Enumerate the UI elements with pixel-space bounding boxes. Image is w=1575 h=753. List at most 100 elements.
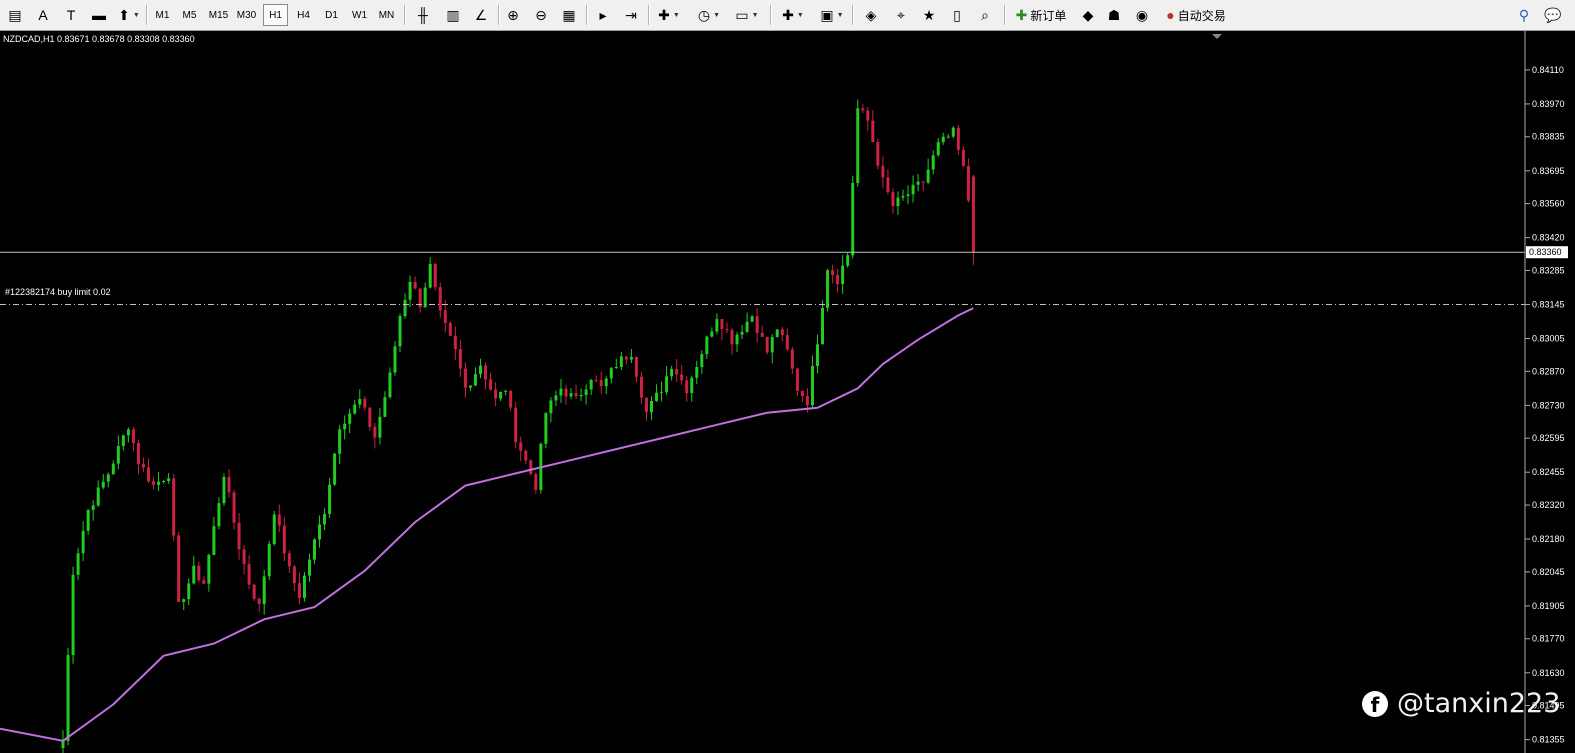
auto-scroll-button[interactable]: ▸ [590,4,616,26]
candle-body [705,336,709,355]
candle-body [172,478,176,536]
main-toolbar: ▤ A T ▬ ⬆ ▼ M1 M5 M15 M30 H1 H4 D1 W1 MN ╫ ▥ ∠ ⊕ ⊖ ▦ ▸ ⇥ ✚ ▼ ◷ ▼ ▭ ▼… [0,0,1575,31]
candlestick-chart-button[interactable]: ▥ [440,4,466,26]
price-label: 0.82870 [1532,366,1565,376]
price-label: 0.82180 [1532,534,1565,544]
candle-body [660,392,664,394]
price-chart[interactable]: 0.84110 0.83970 0.83835 0.83695 0.83560 0.834… [0,31,1575,753]
tester-button[interactable]: ⌕ [972,4,998,26]
chevron-down-icon: ▼ [132,11,140,19]
candle-body [212,526,216,555]
timeframe-w1-button[interactable]: W1 [347,4,372,26]
price-label: 0.81905 [1532,601,1565,611]
candle-body [247,564,251,585]
toolbar-separator [586,5,588,25]
price-label: 0.82045 [1532,567,1565,577]
timeframe-mn-button[interactable]: MN [374,4,399,26]
candle-body [71,574,75,656]
order-label[interactable]: #122382174 buy limit 0.02 [5,287,111,297]
text-label-tool-button[interactable]: A [30,4,56,26]
candle-body [650,400,654,413]
new-order-button[interactable]: ✚ 新订单 [1010,4,1072,26]
current-price-label: 0.83360 [1529,247,1562,257]
candle-body [478,365,482,375]
candle-body [262,576,266,605]
candle-body [790,349,794,369]
candle-body [604,378,608,387]
candle-body [846,255,850,266]
candle-body [770,337,774,353]
candle-body [242,549,246,565]
candle-body [866,110,870,121]
new-order-icon: ✚ [1015,7,1028,23]
candle-body [614,366,618,369]
timeframe-m30-button[interactable]: M30 [233,4,260,26]
chat-button[interactable]: 💬 [1540,4,1566,26]
auto-trading-button[interactable]: ● 自动交易 [1158,4,1234,26]
toolbar-separator [498,5,500,25]
chart-shift-button[interactable]: ⇥ [618,4,644,26]
candle-body [202,580,206,584]
timeframe-h1-button[interactable]: H1 [263,4,288,26]
watermark: f @tanxin223 [1362,688,1560,719]
candle-body [257,598,261,605]
templates-button[interactable]: ▭ ▼ [730,4,764,26]
new-chart-button[interactable]: ✚ ▼ [776,4,810,26]
community-button[interactable]: ☗ [1102,4,1126,26]
candle-body [921,181,925,183]
candle-body [157,481,161,485]
candle-body [886,177,890,193]
timeframe-d1-button[interactable]: D1 [319,4,344,26]
price-label: 0.82595 [1532,433,1565,443]
candle-body [237,522,241,550]
line-chart-button[interactable]: ∠ [468,4,494,26]
periods-button[interactable]: ◷ ▼ [692,4,726,26]
candle-body [644,397,648,413]
candle-body [750,316,754,322]
candle-body [448,322,452,336]
timeframe-m15-button[interactable]: M15 [205,4,232,26]
candle-body [136,443,140,465]
timeframe-h4-button[interactable]: H4 [291,4,316,26]
candle-body [197,565,201,581]
crosshair-icon: ⌖ [897,7,905,23]
arrows-tool-button[interactable]: ⬆ ▼ [114,4,144,26]
signals-button[interactable]: ◉ [1130,4,1154,26]
market-watch-icon: ◈ [865,7,877,23]
new-chart-icon: ✚ [782,7,794,23]
indicators-button[interactable]: ✚ ▼ [652,4,686,26]
chevron-down-icon: ▼ [713,11,721,19]
zoom-in-button[interactable]: ⊕ [500,4,526,26]
terminal-button[interactable]: ▯ [944,4,970,26]
candle-body [971,176,975,253]
candle-body [584,389,588,395]
candle-body [876,142,880,166]
text-tool-button[interactable]: T [58,4,84,26]
market-watch-button[interactable]: ◈ [858,4,884,26]
candle-body [574,393,578,397]
rectangle-tool-button[interactable]: ▬ [86,4,112,26]
chart-window-button[interactable]: ▤ [2,4,28,26]
zoom-out-button[interactable]: ⊖ [528,4,554,26]
candle-body [126,429,130,436]
timeframe-m5-button[interactable]: M5 [177,4,202,26]
candle-body [66,655,70,741]
candle-body [499,391,503,399]
candle-body [408,281,412,300]
community-icon: ☗ [1107,7,1121,23]
crosshair-button[interactable]: ⌖ [888,4,914,26]
timeframe-m1-button[interactable]: M1 [150,4,175,26]
profiles-button[interactable]: ▣ ▼ [815,4,849,26]
candle-body [554,395,558,401]
metaeditor-button[interactable]: ◆ [1076,4,1100,26]
candle-body [871,120,875,143]
candle-body [956,127,960,150]
tile-windows-button[interactable]: ▦ [556,4,582,26]
chart-title: NZDCAD,H1 0.83671 0.83678 0.83308 0.8336… [3,34,195,44]
bar-chart-button[interactable]: ╫ [410,4,436,26]
search-button[interactable]: ⚲ [1513,4,1535,26]
terminal-icon: ▯ [953,7,961,23]
candle-body [363,398,367,408]
navigator-button[interactable]: ★ [916,4,942,26]
toolbar-separator [648,5,650,25]
